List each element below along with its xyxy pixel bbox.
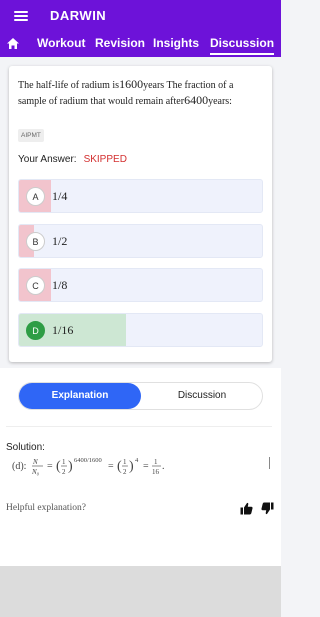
helpful-prompt: Helpful explanation? [6, 503, 86, 513]
your-answer-label: Your Answer: [18, 154, 77, 165]
exam-tag: AIPMT [18, 129, 44, 142]
option-a-text: 1/4 [52, 189, 68, 203]
tab-workout[interactable]: Workout [37, 36, 85, 50]
app-title: DARWIN [50, 8, 107, 23]
option-d-letter: D [26, 321, 45, 340]
your-answer: Your Answer: SKIPPED [18, 154, 127, 165]
option-b[interactable]: B 1/2 [18, 224, 263, 258]
solution-panel: Explanation Discussion Solution: (d): N … [0, 368, 281, 566]
option-c-text: 1/8 [52, 278, 68, 292]
svg-text:): ) [129, 459, 134, 474]
discussion-tab-button[interactable]: Discussion [141, 383, 263, 409]
svg-text:16: 16 [152, 468, 160, 476]
svg-text:1: 1 [62, 458, 66, 466]
nav-tabs: Workout Revision Insights Discussion [0, 32, 281, 57]
svg-text:1: 1 [123, 458, 127, 466]
explanation-tab-button[interactable]: Explanation [19, 383, 141, 409]
tab-insights[interactable]: Insights [153, 36, 199, 50]
svg-text:4: 4 [135, 457, 139, 464]
svg-text:N₀: N₀ [31, 468, 40, 476]
svg-text:(: ( [56, 459, 61, 474]
question-card: The half-life of radium is1600years The … [9, 66, 272, 362]
home-icon[interactable] [6, 37, 20, 50]
solution-title: Solution: [6, 442, 45, 453]
scroll-indicator [269, 457, 270, 469]
answer-status-badge: SKIPPED [83, 154, 127, 165]
option-c-letter: C [26, 276, 45, 295]
svg-text:(d):: (d): [12, 461, 26, 472]
svg-text:=: = [143, 461, 149, 472]
hamburger-menu-icon[interactable] [14, 11, 28, 21]
thumbs-up-icon[interactable] [240, 502, 253, 515]
option-d[interactable]: D 1/16 [18, 313, 263, 347]
option-b-text: 1/2 [52, 234, 68, 248]
svg-text:=: = [47, 461, 53, 472]
svg-text:6400/1600: 6400/1600 [74, 457, 102, 464]
option-a[interactable]: A 1/4 [18, 179, 263, 213]
app-bar-top-row: DARWIN [0, 0, 281, 32]
option-b-letter: B [26, 232, 45, 251]
svg-text:N: N [32, 458, 38, 466]
question-text: The half-life of radium is1600years The … [18, 77, 234, 107]
explanation-discussion-toggle: Explanation Discussion [18, 382, 263, 410]
option-a-letter: A [26, 187, 45, 206]
option-c[interactable]: C 1/8 [18, 268, 263, 302]
svg-text:2: 2 [123, 468, 127, 476]
divider [6, 426, 272, 427]
svg-text:=: = [108, 461, 114, 472]
svg-text:): ) [68, 459, 73, 474]
app-bar: DARWIN Workout Revision Insights Discuss… [0, 0, 281, 57]
solution-equation: (d): N N₀ = ( 1 2 ) 6400/1600 = ( 1 2 ) … [12, 457, 165, 476]
bottom-area [0, 566, 281, 617]
thumbs-down-icon[interactable] [261, 502, 274, 515]
svg-text:.: . [162, 461, 165, 472]
svg-text:1: 1 [154, 458, 158, 466]
option-d-text: 1/16 [52, 323, 74, 337]
tab-revision[interactable]: Revision [95, 36, 145, 50]
svg-text:2: 2 [62, 468, 66, 476]
svg-text:(: ( [117, 459, 122, 474]
tab-discussion[interactable]: Discussion [210, 36, 275, 55]
